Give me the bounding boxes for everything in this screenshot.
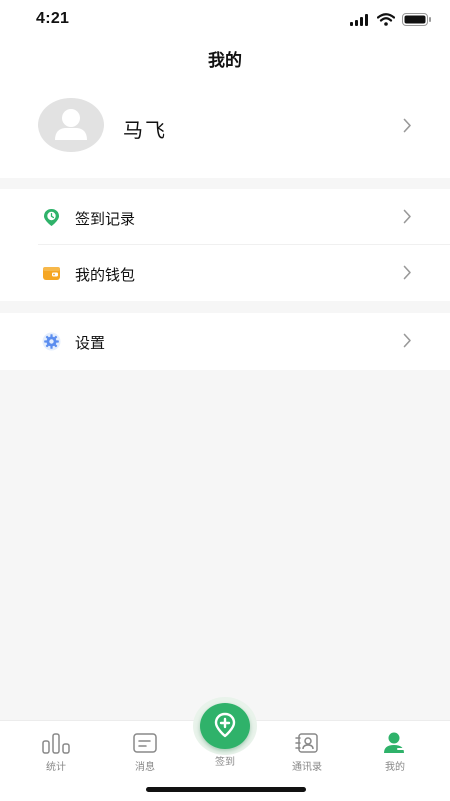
tab-statistics[interactable]: 统计	[16, 731, 96, 773]
checkin-button[interactable]	[193, 697, 257, 755]
chevron-right-icon	[403, 333, 411, 348]
wifi-icon	[377, 13, 395, 26]
status-icons	[350, 13, 432, 26]
signal-icon	[350, 13, 368, 26]
tab-messages[interactable]: 消息	[105, 731, 185, 773]
tab-contacts[interactable]: 通讯录	[267, 731, 347, 773]
chevron-right-icon	[403, 265, 411, 280]
avatar	[38, 98, 104, 152]
profile-name: 马飞	[123, 120, 167, 142]
clock-pin-icon	[44, 209, 59, 226]
tab-label: 我的	[385, 762, 405, 773]
contacts-icon	[295, 733, 318, 753]
avatar-placeholder-icon	[55, 109, 87, 140]
status-time: 4:21	[36, 10, 70, 27]
home-indicator	[146, 787, 306, 792]
bar-chart-icon	[42, 733, 70, 754]
tab-label: 统计	[46, 762, 66, 773]
battery-icon	[402, 13, 431, 26]
menu-label: 签到记录	[75, 211, 136, 228]
status-bar: 4:21	[0, 0, 450, 40]
menu-label: 设置	[75, 335, 106, 352]
checkin-button-inner	[200, 703, 250, 749]
menu-group-records: 签到记录 我的钱包	[0, 189, 450, 301]
message-icon	[133, 733, 157, 753]
location-add-icon	[214, 712, 236, 738]
wallet-icon	[43, 267, 60, 280]
section-gap	[0, 178, 450, 189]
tab-label: 消息	[135, 762, 155, 773]
gear-icon	[42, 332, 61, 351]
content-background	[0, 370, 450, 720]
menu-item-checkin-records[interactable]: 签到记录	[0, 189, 450, 245]
menu-item-wallet[interactable]: 我的钱包	[0, 245, 450, 301]
user-icon	[384, 732, 405, 753]
tab-checkin-label: 签到	[215, 757, 235, 768]
tab-mine[interactable]: 我的	[355, 731, 435, 773]
menu-group-settings: 设置	[0, 313, 450, 369]
tab-label: 通讯录	[292, 762, 322, 773]
chevron-right-icon	[403, 209, 411, 224]
menu-label: 我的钱包	[75, 267, 136, 284]
profile-row[interactable]: 马飞	[0, 80, 450, 178]
section-gap	[0, 301, 450, 313]
menu-item-settings[interactable]: 设置	[0, 313, 450, 369]
page-title: 我的	[208, 51, 242, 70]
chevron-right-icon	[403, 118, 411, 133]
